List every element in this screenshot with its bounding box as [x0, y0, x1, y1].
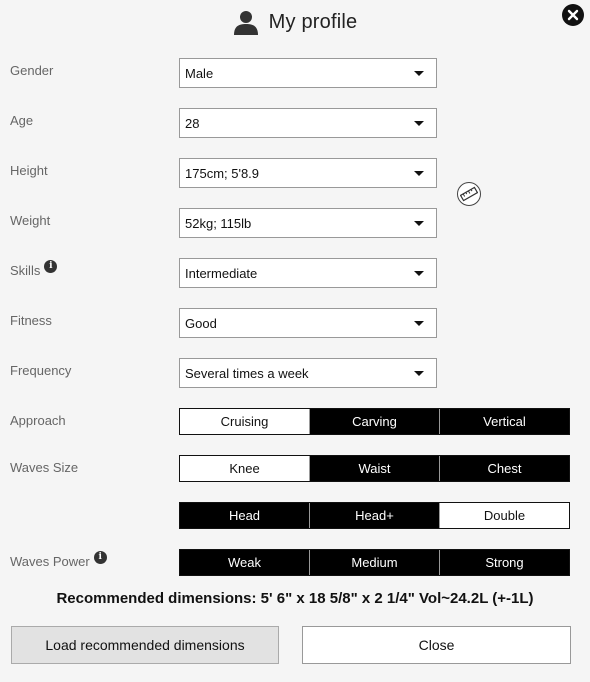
- frequency-label: Frequency: [10, 363, 71, 378]
- recommended-dimensions: Recommended dimensions: 5' 6" x 18 5/8" …: [56, 590, 534, 607]
- waves-power-toggle-group: Weak Medium Strong: [179, 549, 570, 576]
- gender-select[interactable]: Male: [179, 58, 437, 88]
- user-icon: [233, 9, 259, 35]
- frequency-select[interactable]: Several times a week: [179, 358, 437, 388]
- gender-label-text: Gender: [10, 63, 54, 78]
- height-label: Height: [10, 163, 48, 178]
- gender-label: Gender: [10, 63, 53, 78]
- load-recommended-button[interactable]: Load recommended dimensions: [11, 626, 279, 664]
- height-value: 175cm; 5'8.9: [185, 165, 260, 181]
- waves-size-option-head-plus[interactable]: Head+: [310, 503, 440, 528]
- chevron-down-icon: [414, 171, 424, 176]
- skills-value: Intermediate: [185, 265, 258, 281]
- waves-size-option-head[interactable]: Head: [180, 503, 310, 528]
- waves-power-option-weak[interactable]: Weak: [180, 550, 310, 575]
- age-label-text: Age: [10, 113, 34, 128]
- waves-power-label: Waves Power i: [10, 551, 107, 569]
- approach-label-text: Approach: [10, 413, 66, 428]
- age-select[interactable]: 28: [179, 108, 437, 138]
- skills-label-text: Skills: [10, 263, 41, 278]
- fitness-value: Good: [185, 315, 217, 331]
- chevron-down-icon: [414, 221, 424, 226]
- approach-label: Approach: [10, 413, 66, 428]
- fitness-label-text: Fitness: [10, 313, 52, 328]
- age-value: 28: [185, 115, 200, 131]
- fitness-label: Fitness: [10, 313, 52, 328]
- waves-power-option-medium[interactable]: Medium: [310, 550, 440, 575]
- skills-label: Skills i: [10, 260, 58, 278]
- waves-size-label: Waves Size: [10, 460, 78, 475]
- approach-option-cruising[interactable]: Cruising: [180, 409, 310, 434]
- waves-size-option-waist[interactable]: Waist: [310, 456, 440, 481]
- weight-select[interactable]: 52kg; 115lb: [179, 208, 437, 238]
- waves-size-option-chest[interactable]: Chest: [440, 456, 569, 481]
- waves-power-option-strong[interactable]: Strong: [440, 550, 569, 575]
- fitness-select[interactable]: Good: [179, 308, 437, 338]
- waves-size-option-knee[interactable]: Knee: [180, 456, 310, 481]
- approach-option-carving[interactable]: Carving: [310, 409, 440, 434]
- close-button[interactable]: Close: [302, 626, 571, 664]
- approach-toggle-group: Cruising Carving Vertical: [179, 408, 570, 435]
- chevron-down-icon: [414, 271, 424, 276]
- weight-value: 52kg; 115lb: [185, 215, 252, 231]
- frequency-label-text: Frequency: [10, 363, 72, 378]
- ruler-icon[interactable]: [457, 182, 481, 206]
- waves-size-toggle-group: Knee Waist Chest: [179, 455, 570, 482]
- chevron-down-icon: [414, 71, 424, 76]
- info-icon[interactable]: i: [44, 260, 58, 273]
- height-label-text: Height: [10, 163, 48, 178]
- chevron-down-icon: [414, 371, 424, 376]
- frequency-value: Several times a week: [185, 365, 309, 381]
- chevron-down-icon: [414, 121, 424, 126]
- page-title: My profile: [268, 10, 358, 33]
- weight-label-text: Weight: [10, 213, 51, 228]
- waves-size-label-text: Waves Size: [10, 460, 79, 475]
- approach-option-vertical[interactable]: Vertical: [440, 409, 569, 434]
- weight-label: Weight: [10, 213, 50, 228]
- waves-size-toggle-group-2: Head Head+ Double: [179, 502, 570, 529]
- age-label: Age: [10, 113, 33, 128]
- skills-select[interactable]: Intermediate: [179, 258, 437, 288]
- gender-value: Male: [185, 65, 214, 81]
- height-select[interactable]: 175cm; 5'8.9: [179, 158, 437, 188]
- waves-size-option-double[interactable]: Double: [440, 503, 569, 528]
- close-icon[interactable]: [562, 4, 584, 26]
- waves-power-label-text: Waves Power: [10, 554, 90, 569]
- chevron-down-icon: [414, 321, 424, 326]
- modal-header: My profile: [0, 0, 590, 44]
- info-icon[interactable]: i: [93, 551, 107, 564]
